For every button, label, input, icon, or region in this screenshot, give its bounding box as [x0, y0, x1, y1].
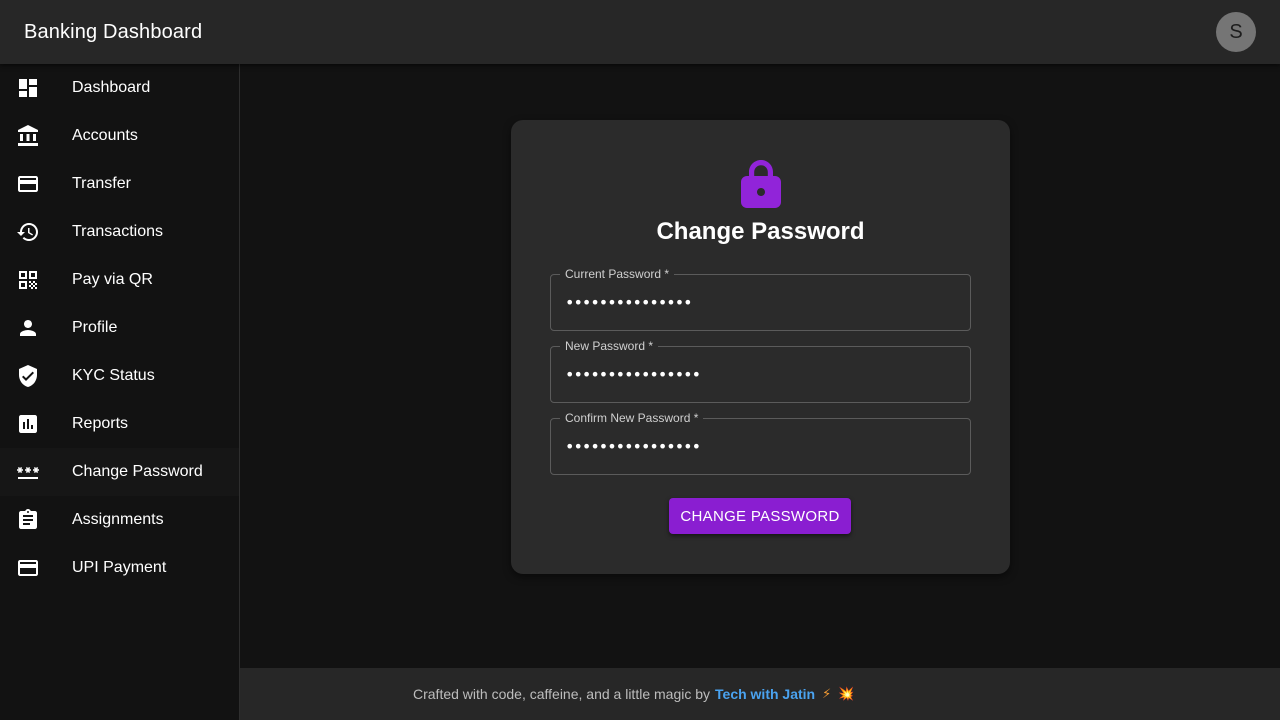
sidebar-item-reports[interactable]: Reports [0, 400, 239, 448]
page-title: Change Password [656, 218, 865, 245]
sidebar-item-transfer[interactable]: Transfer [0, 160, 239, 208]
change-password-button[interactable]: Change Password [669, 498, 851, 534]
current-password-input[interactable] [565, 275, 955, 330]
sidebar-item-label: Accounts [72, 127, 138, 144]
sidebar-item-accounts[interactable]: Accounts [0, 112, 239, 160]
new-password-field: New Password * [550, 339, 971, 403]
new-password-input[interactable] [565, 347, 955, 402]
sidebar-item-label: Dashboard [72, 79, 151, 96]
main-content: Change Password Current Password * New P… [240, 64, 1280, 668]
avatar[interactable]: S [1216, 12, 1256, 52]
footer: Crafted with code, caffeine, and a littl… [240, 668, 1280, 720]
app-title: Banking Dashboard [24, 20, 203, 43]
lock-icon [741, 160, 781, 208]
sidebar-item-label: UPI Payment [72, 559, 167, 576]
sidebar-item-label: Profile [72, 319, 118, 336]
current-password-field: Current Password * [550, 267, 971, 331]
sidebar-item-kyc-status[interactable]: KYC Status [0, 352, 239, 400]
bank-icon [16, 124, 40, 148]
sidebar-item-label: Reports [72, 415, 129, 432]
app-bar: Banking Dashboard S [0, 0, 1280, 64]
sidebar-item-pay-via-qr[interactable]: Pay via QR [0, 256, 239, 304]
confirm-password-field: Confirm New Password * [550, 411, 971, 475]
clipboard-icon [16, 508, 40, 532]
sidebar-item-label: Transactions [72, 223, 163, 240]
sidebar-item-change-password[interactable]: Change Password [0, 448, 239, 496]
change-password-card: Change Password Current Password * New P… [511, 120, 1010, 574]
sidebar-item-label: Assignments [72, 511, 164, 528]
history-icon [16, 220, 40, 244]
sidebar-item-upi-payment[interactable]: UPI Payment [0, 544, 239, 592]
lightning-icon: ⚡ [822, 686, 832, 701]
footer-author-link[interactable]: Tech with Jatin [715, 686, 815, 702]
verified-shield-icon [16, 364, 40, 388]
collision-icon: 💥 [838, 686, 855, 701]
sidebar-item-dashboard[interactable]: Dashboard [0, 64, 239, 112]
sidebar-item-assignments[interactable]: Assignments [0, 496, 239, 544]
confirm-password-input[interactable] [565, 419, 955, 474]
dashboard-icon [16, 76, 40, 100]
sidebar: Dashboard Accounts Transfer Transactions… [0, 64, 240, 720]
credit-card-icon [16, 172, 40, 196]
sidebar-item-label: KYC Status [72, 367, 155, 384]
sidebar-item-label: Transfer [72, 175, 131, 192]
password-icon [16, 460, 40, 484]
credit-card-icon [16, 556, 40, 580]
sidebar-item-profile[interactable]: Profile [0, 304, 239, 352]
person-icon [16, 316, 40, 340]
sidebar-item-label: Change Password [72, 463, 203, 480]
sidebar-item-transactions[interactable]: Transactions [0, 208, 239, 256]
bar-chart-icon [16, 412, 40, 436]
footer-text: Crafted with code, caffeine, and a littl… [413, 686, 711, 702]
sidebar-item-label: Pay via QR [72, 271, 153, 288]
qr-code-icon [16, 268, 40, 292]
